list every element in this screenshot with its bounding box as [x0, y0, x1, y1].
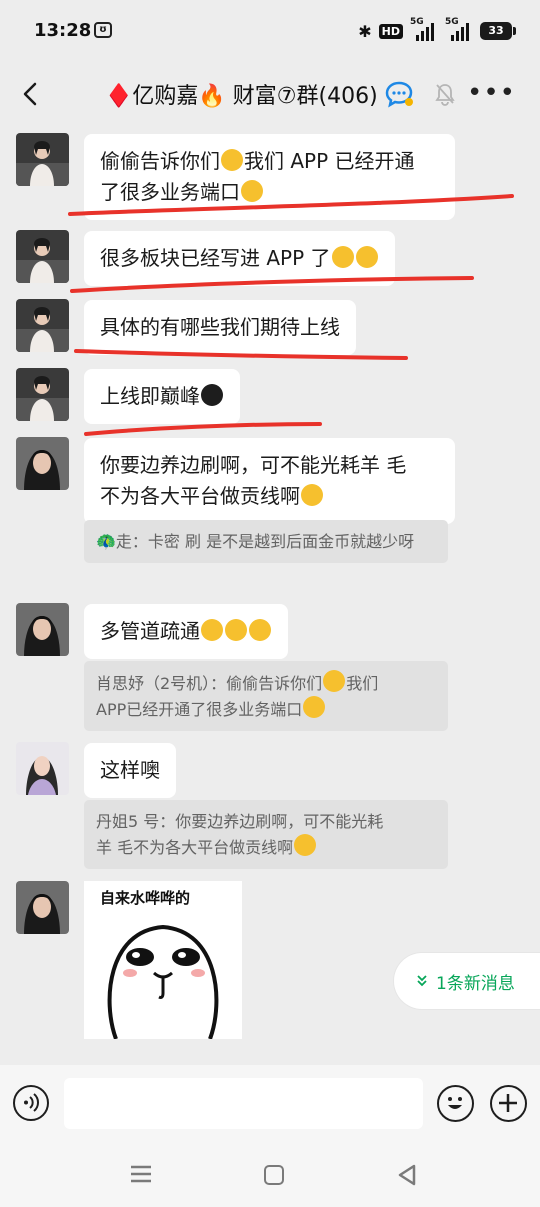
shushing-emoji-icon [323, 670, 346, 692]
status-time: 13:28 [34, 20, 92, 41]
bluetooth-icon: ✱ [358, 21, 372, 41]
avatar[interactable] [16, 299, 69, 352]
double-chevron-down-icon [417, 975, 427, 987]
muted-bell-icon [434, 84, 455, 106]
message-bubble[interactable]: 偷偷告诉你们 我们 APP 已经开通 了很多业务端口 [84, 134, 455, 220]
back-arrow-icon[interactable] [20, 81, 46, 107]
avatar[interactable] [16, 437, 69, 490]
avatar[interactable] [16, 133, 69, 186]
penguin-emoji-icon [201, 384, 223, 406]
voice-icon [24, 1093, 40, 1112]
thinking-emoji-icon [294, 834, 317, 856]
message-input[interactable] [64, 1078, 423, 1129]
sticker-image[interactable]: 自来水哗哗的 [84, 881, 242, 1040]
status-bar: 13:28 ʊ ✱ HD 5G 5G 33 [0, 0, 540, 64]
plus-icon [499, 1094, 517, 1112]
666-emoji-icon [249, 619, 271, 641]
group-chat-icon [385, 81, 413, 108]
home-icon[interactable] [264, 1165, 284, 1185]
message-bubble[interactable]: 多管道疏通 [84, 604, 288, 659]
more-icon[interactable]: ••• [467, 80, 516, 106]
quoted-reply[interactable]: 🦚走：卡密 刷 是不是越到后面金币就越少呀 [84, 520, 448, 563]
system-navigation-bar [0, 1143, 540, 1207]
hd-badge: HD [378, 23, 403, 39]
signal-icon: 5G [410, 17, 438, 41]
message-bubble[interactable]: 这样噢 [84, 743, 176, 798]
chat-header: ♦️亿购嘉🔥 财富⑦群(406) ••• [0, 64, 540, 126]
chat-title: ♦️亿购嘉🔥 财富⑦群(406) [105, 84, 378, 109]
app-notification-icon: ʊ [94, 22, 112, 38]
more-functions-button[interactable] [490, 1085, 527, 1122]
message-bubble[interactable]: 你要边养边刷啊，可不能光耗羊 毛不为各大平台做贡线啊 [84, 438, 455, 524]
message-bubble[interactable]: 很多板块已经写进 APP 了 [84, 231, 395, 286]
666-emoji-icon [201, 619, 223, 641]
chat-title-area[interactable]: ♦️亿购嘉🔥 财富⑦群(406) [105, 78, 456, 110]
input-bar [0, 1065, 540, 1143]
new-message-label: 1条新消息 [436, 973, 515, 994]
raised-hand-emoji-icon [355, 246, 378, 268]
smiley-icon [448, 1097, 462, 1109]
avatar[interactable] [16, 881, 69, 934]
666-emoji-icon [225, 619, 247, 641]
message-bubble[interactable]: 具体的有哪些我们期待上线 [84, 300, 356, 355]
battery-icon: 33 [480, 22, 516, 40]
status-icons: ✱ HD 5G 5G 33 [358, 17, 516, 43]
new-message-indicator[interactable]: 1条新消息 [393, 952, 540, 1010]
thinking-emoji-icon [331, 246, 354, 268]
shushing-emoji-icon [221, 149, 243, 171]
emoji-button[interactable] [437, 1085, 474, 1122]
back-triangle-icon[interactable] [396, 1163, 418, 1187]
message-bubble[interactable]: 上线即巅峰 [84, 369, 240, 424]
avatar[interactable] [16, 368, 69, 421]
avatar[interactable] [16, 230, 69, 283]
avatar[interactable] [16, 603, 69, 656]
sticker-caption: 自来水哗哗的 [100, 889, 191, 907]
signal-icon: 5G [445, 17, 473, 41]
menu-icon[interactable] [128, 1163, 154, 1185]
heart-eyes-emoji-icon [241, 180, 263, 202]
thinking-emoji-icon [301, 484, 323, 506]
avatar[interactable] [16, 742, 69, 795]
heart-eyes-emoji-icon [303, 696, 326, 718]
quoted-reply[interactable]: 肖思妤（2号机）：偷偷告诉你们 我们 APP已经开通了很多业务端口 [84, 661, 448, 731]
quoted-reply[interactable]: 丹姐5 号：你要边养边刷啊，可不能光耗羊 毛不为各大平台做贡线啊 [84, 800, 448, 869]
voice-input-button[interactable] [13, 1085, 49, 1121]
